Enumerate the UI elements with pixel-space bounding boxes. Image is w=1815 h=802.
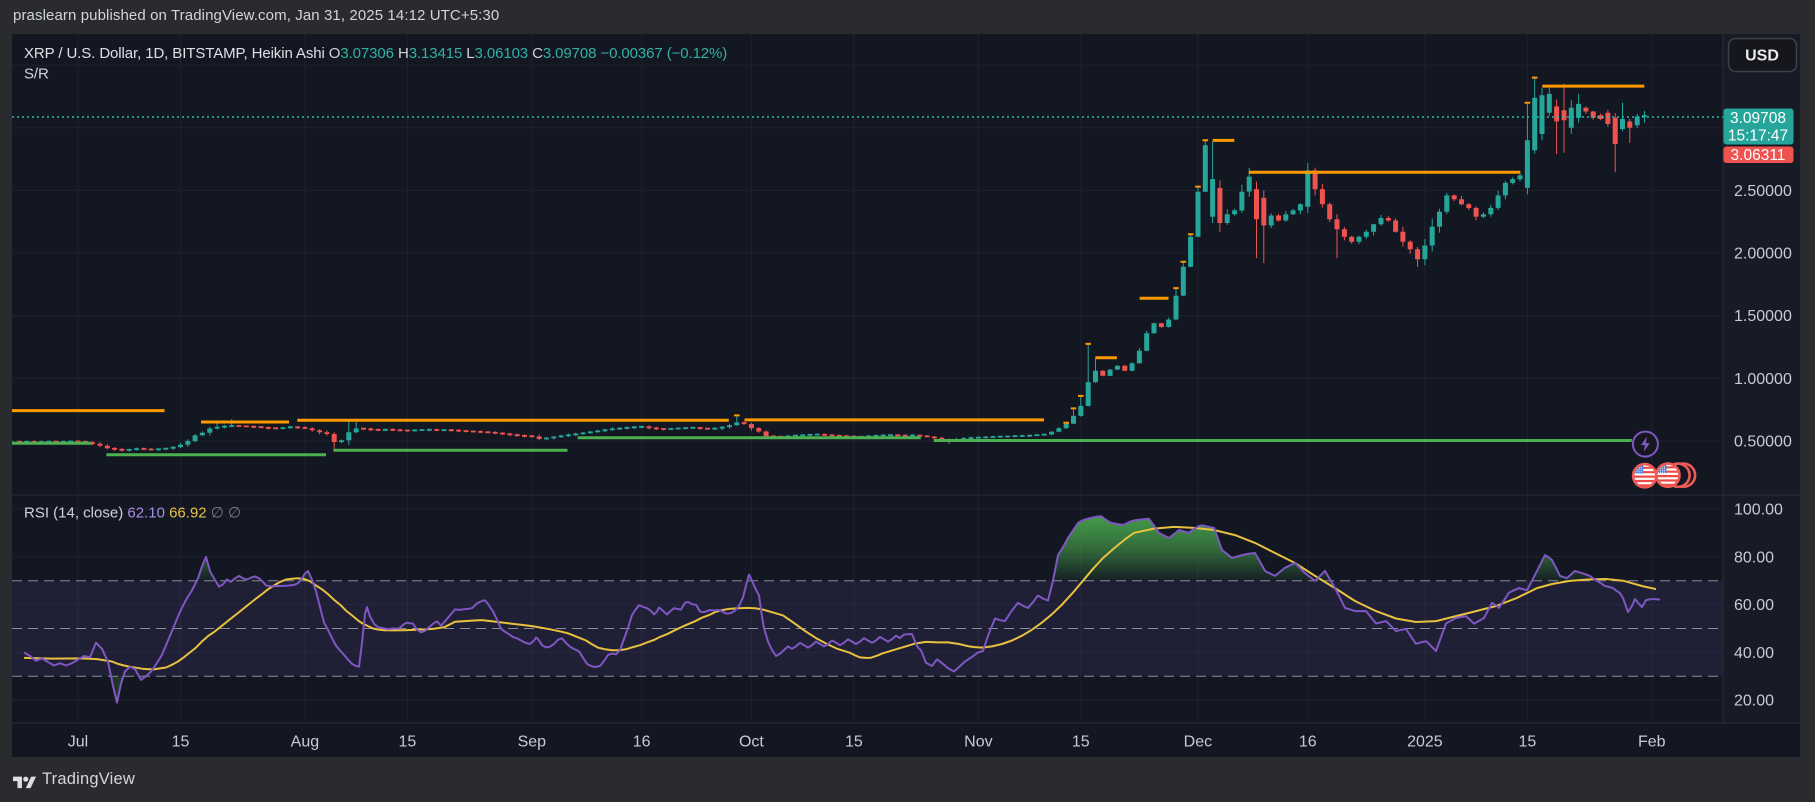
svg-text:60.00: 60.00 [1734,597,1774,614]
svg-text:2025: 2025 [1407,734,1443,751]
svg-text:Feb: Feb [1638,734,1666,751]
svg-text:3.06311: 3.06311 [1731,147,1786,164]
svg-text:2.00000: 2.00000 [1734,246,1792,263]
svg-text:80.00: 80.00 [1734,549,1774,566]
svg-text:USD: USD [1745,48,1779,65]
svg-text:XRP / U.S. Dollar, 1D, BITSTAM: XRP / U.S. Dollar, 1D, BITSTAMP, Heikin … [24,45,727,62]
svg-text:Sep: Sep [518,734,547,751]
svg-text:15: 15 [1072,734,1090,751]
svg-text:15: 15 [399,734,417,751]
svg-text:15: 15 [1519,734,1537,751]
svg-text:3.09708: 3.09708 [1730,110,1786,127]
svg-text:16: 16 [1299,734,1317,751]
svg-text:15:17:47: 15:17:47 [1728,128,1788,145]
svg-text:20.00: 20.00 [1734,693,1774,710]
svg-text:16: 16 [633,734,651,751]
svg-text:1.50000: 1.50000 [1734,308,1792,325]
svg-text:2.50000: 2.50000 [1734,183,1792,200]
svg-text:S/R: S/R [24,66,49,83]
svg-text:Dec: Dec [1184,734,1212,751]
svg-text:1.00000: 1.00000 [1734,371,1792,388]
svg-text:Oct: Oct [739,734,764,751]
svg-text:15: 15 [172,734,190,751]
svg-text:RSI (14, close) 62.10 66.92: RSI (14, close) 62.10 66.92 ∅ ∅ [24,505,241,522]
svg-text:Aug: Aug [291,734,319,751]
svg-text:15: 15 [845,734,863,751]
svg-text:100.00: 100.00 [1734,502,1783,519]
svg-text:0.50000: 0.50000 [1734,434,1792,451]
svg-text:Nov: Nov [964,734,992,751]
svg-text:Jul: Jul [68,734,88,751]
svg-text:40.00: 40.00 [1734,645,1774,662]
